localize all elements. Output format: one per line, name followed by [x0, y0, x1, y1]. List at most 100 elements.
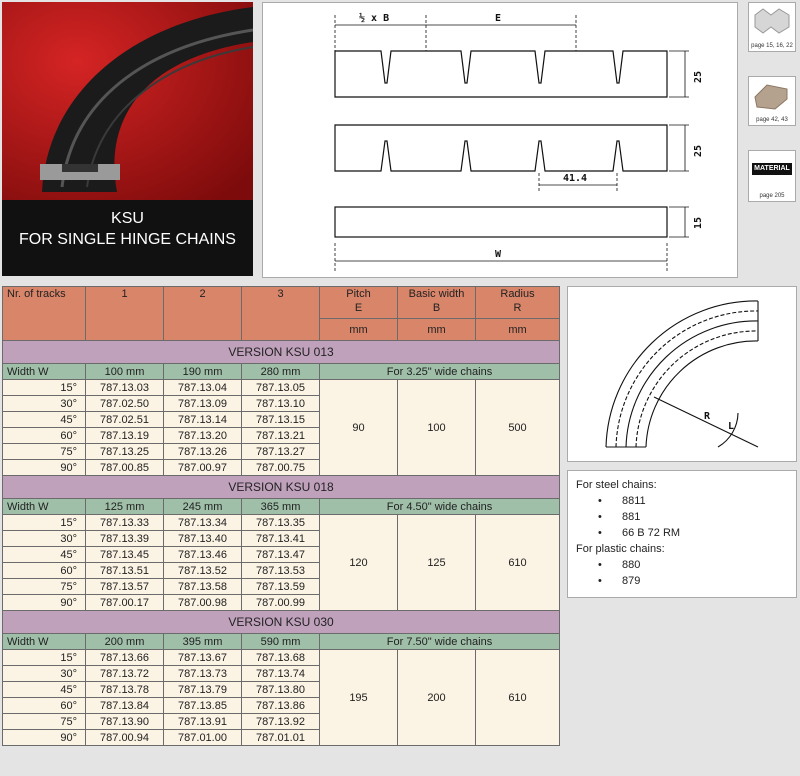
part-number-cell: 787.00.17	[85, 594, 164, 611]
basic-width-value: 100	[397, 379, 476, 476]
technical-drawing: ½ x B E 41.4 W 25 25 15	[262, 2, 738, 278]
part-number-cell: 787.13.57	[85, 578, 164, 595]
version-title: VERSION KSU 013	[2, 340, 560, 364]
thumb-steel-chain[interactable]: page 15, 16, 22	[748, 2, 796, 52]
part-number-cell: 787.13.27	[241, 443, 320, 460]
track-width-2: 190 mm	[163, 363, 242, 380]
header-tracks: Nr. of tracks	[2, 286, 86, 341]
part-number-cell: 787.13.66	[85, 649, 164, 666]
angle-cell: 30°	[2, 530, 86, 547]
thumb-caption: page 15, 16, 22	[751, 43, 793, 49]
part-number-cell: 787.13.52	[163, 562, 242, 579]
thumb-plastic-chain[interactable]: page 42, 43	[748, 76, 796, 126]
part-number-cell: 787.13.74	[241, 665, 320, 682]
thumb-caption: page 42, 43	[756, 117, 788, 123]
chain-code: 880	[622, 559, 641, 571]
version-title-row: VERSION KSU 013	[2, 340, 560, 364]
chain-width-note: For 4.50" wide chains	[319, 498, 560, 515]
part-number-cell: 787.13.59	[241, 578, 320, 595]
thumb-material[interactable]: MATERIAL page 205	[748, 150, 796, 202]
part-number-cell: 787.13.51	[85, 562, 164, 579]
chain-code: 66 B 72 RM	[622, 527, 681, 539]
part-number-cell: 787.13.46	[163, 546, 242, 563]
table-header-row: Nr. of tracks 1 2 3 Pitch E Basic width B …	[2, 286, 560, 341]
part-number-cell: 787.13.39	[85, 530, 164, 547]
part-number-cell: 787.13.34	[163, 514, 242, 531]
part-number-cell: 787.00.99	[241, 594, 320, 611]
angle-cell: 75°	[2, 578, 86, 595]
steel-chain-item: • 8811	[576, 493, 796, 509]
table-row: 15° 787.13.66 787.13.67 787.13.68 195 200…	[2, 649, 560, 746]
part-number-cell: 787.13.26	[163, 443, 242, 460]
material-label-icon: MATERIAL	[752, 163, 792, 175]
header-col-2: 2	[163, 286, 242, 341]
part-number-cell: 787.13.41	[241, 530, 320, 547]
part-number-cell: 787.13.21	[241, 427, 320, 444]
part-number-cell: 787.00.75	[241, 459, 320, 476]
dim-half-pitch: ½ x B	[359, 12, 389, 24]
part-number-cell: 787.13.03	[85, 379, 164, 396]
track-width-1: 200 mm	[85, 633, 164, 650]
part-number-cell: 787.13.85	[163, 697, 242, 714]
part-number-cell: 787.02.51	[85, 411, 164, 428]
thumb-caption: page 205	[759, 193, 785, 199]
track-width-1: 100 mm	[85, 363, 164, 380]
unit-pitch: mm	[319, 318, 398, 341]
angle-cell: 30°	[2, 395, 86, 412]
chain-width-note: For 3.25" wide chains	[319, 363, 560, 380]
angle-cell: 45°	[2, 411, 86, 428]
track-width-2: 395 mm	[163, 633, 242, 650]
table-row: 15° 787.13.03 787.13.04 787.13.05 90 100 …	[2, 379, 560, 476]
product-photo: KSU FOR SINGLE HINGE CHAINS	[2, 2, 253, 276]
header-radius: Radius R	[475, 286, 560, 319]
angle-cell: 45°	[2, 546, 86, 563]
compatible-chains: For steel chains: • 8811 • 881 • 66 B 72 RM F…	[567, 470, 797, 598]
dim-height-2: 25	[693, 145, 704, 157]
steel-chains-title: For steel chains:	[576, 479, 657, 491]
part-number-cell: 787.13.09	[163, 395, 242, 412]
pitch-value: 120	[319, 514, 398, 611]
part-number-cell: 787.13.84	[85, 697, 164, 714]
steel-chain-item: • 66 B 72 RM	[576, 525, 796, 541]
dim-pitch: E	[495, 13, 501, 24]
radius-value: 610	[475, 514, 560, 611]
angle-cell: 75°	[2, 713, 86, 730]
radius-value: 610	[475, 649, 560, 746]
radius-value: 500	[475, 379, 560, 476]
dim-gap: 41.4	[563, 173, 587, 184]
part-number-cell: 787.00.97	[163, 459, 242, 476]
track-width-3: 365 mm	[241, 498, 320, 515]
header-col-1: 1	[85, 286, 164, 341]
angle-cell: 60°	[2, 562, 86, 579]
chain-code: 881	[622, 511, 641, 523]
part-number-cell: 787.13.20	[163, 427, 242, 444]
version-subheader-row: Width W 100 mm 190 mm 280 mm For 3.25" w…	[2, 363, 560, 380]
version-title-row: VERSION KSU 030	[2, 610, 560, 634]
version-title: VERSION KSU 030	[2, 610, 560, 634]
version-subheader-row: Width W 125 mm 245 mm 365 mm For 4.50" w…	[2, 498, 560, 515]
version-subheader-row: Width W 200 mm 395 mm 590 mm For 7.50" w…	[2, 633, 560, 650]
part-number-cell: 787.13.04	[163, 379, 242, 396]
radius-label: R	[704, 411, 711, 422]
chain-link-icon	[754, 8, 790, 34]
angle-cell: 90°	[2, 459, 86, 476]
part-number-cell: 787.13.86	[241, 697, 320, 714]
bullet-icon: •	[598, 495, 602, 507]
plastic-chains-title: For plastic chains:	[576, 543, 665, 555]
unit-width: mm	[397, 318, 476, 341]
version-title-row: VERSION KSU 018	[2, 475, 560, 499]
chain-code: 879	[622, 575, 641, 587]
angle-cell: 15°	[2, 649, 86, 666]
track-width-3: 280 mm	[241, 363, 320, 380]
part-number-cell: 787.13.47	[241, 546, 320, 563]
unit-radius: mm	[475, 318, 560, 341]
part-number-cell: 787.13.80	[241, 681, 320, 698]
bullet-icon: •	[598, 511, 602, 523]
product-subtitle: FOR SINGLE HINGE CHAINS	[19, 231, 236, 248]
part-number-cell: 787.13.58	[163, 578, 242, 595]
table-row: 15° 787.13.33 787.13.34 787.13.35 120 125…	[2, 514, 560, 611]
part-number-cell: 787.01.01	[241, 729, 320, 746]
basic-width-value: 125	[397, 514, 476, 611]
bullet-icon: •	[598, 559, 602, 571]
curve-drawing: R L	[567, 286, 797, 462]
